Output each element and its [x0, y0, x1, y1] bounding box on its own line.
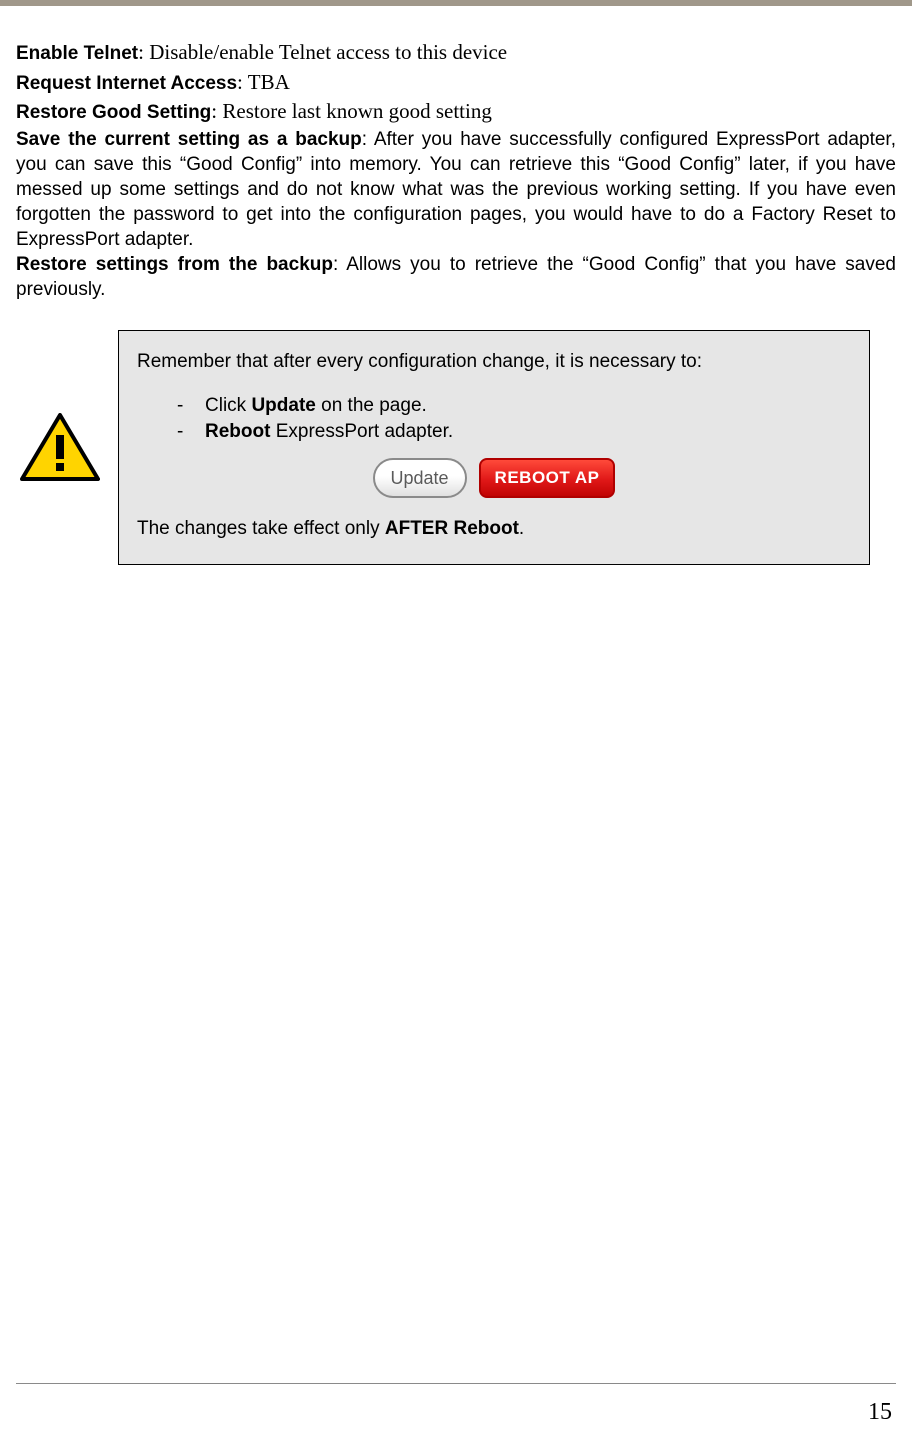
- note-list: Click Update on the page. Reboot Express…: [137, 393, 851, 444]
- term-restore-good: Restore Good Setting: [16, 102, 211, 123]
- note-tail-prefix: The changes take effect only: [137, 518, 385, 539]
- note-item2-suffix: ExpressPort adapter.: [270, 421, 453, 442]
- desc-enable-telnet: : Disable/enable Telnet access to this d…: [138, 40, 507, 64]
- note-item1-prefix: Click: [205, 395, 251, 416]
- definition-restore-backup: Restore settings from the backup: Allows…: [16, 252, 896, 302]
- definition-request-internet: Request Internet Access: TBA: [16, 68, 896, 97]
- note-item1-suffix: on the page.: [316, 395, 427, 416]
- reboot-ap-button[interactable]: REBOOT AP: [479, 458, 616, 498]
- desc-request-internet: : TBA: [237, 70, 290, 94]
- definition-enable-telnet: Enable Telnet: Disable/enable Telnet acc…: [16, 38, 896, 67]
- warning-icon: [20, 413, 100, 483]
- note-row: Remember that after every configuration …: [16, 330, 896, 565]
- note-item-update: Click Update on the page.: [177, 393, 851, 419]
- term-enable-telnet: Enable Telnet: [16, 43, 138, 64]
- definition-restore-good: Restore Good Setting: Restore last known…: [16, 97, 896, 126]
- term-save-backup: Save the current setting as a backup: [16, 129, 362, 150]
- footer-rule: [16, 1383, 896, 1384]
- note-box: Remember that after every configuration …: [118, 330, 870, 565]
- note-lead: Remember that after every configuration …: [137, 349, 851, 375]
- note-tail-suffix: .: [519, 518, 524, 539]
- desc-restore-good: : Restore last known good setting: [211, 99, 492, 123]
- definition-save-backup: Save the current setting as a backup: Af…: [16, 127, 896, 252]
- note-item1-bold: Update: [251, 395, 315, 416]
- note-item-reboot: Reboot ExpressPort adapter.: [177, 419, 851, 445]
- top-border: [0, 0, 912, 6]
- button-row: Update REBOOT AP: [137, 458, 851, 498]
- term-restore-backup: Restore settings from the backup: [16, 254, 333, 275]
- page-number: 15: [868, 1399, 892, 1426]
- update-button[interactable]: Update: [373, 458, 467, 498]
- content-area: Enable Telnet: Disable/enable Telnet acc…: [0, 38, 912, 565]
- term-request-internet: Request Internet Access: [16, 73, 237, 94]
- note-item2-bold: Reboot: [205, 421, 270, 442]
- note-tail: The changes take effect only AFTER Reboo…: [137, 516, 851, 542]
- note-tail-bold: AFTER Reboot: [385, 518, 519, 539]
